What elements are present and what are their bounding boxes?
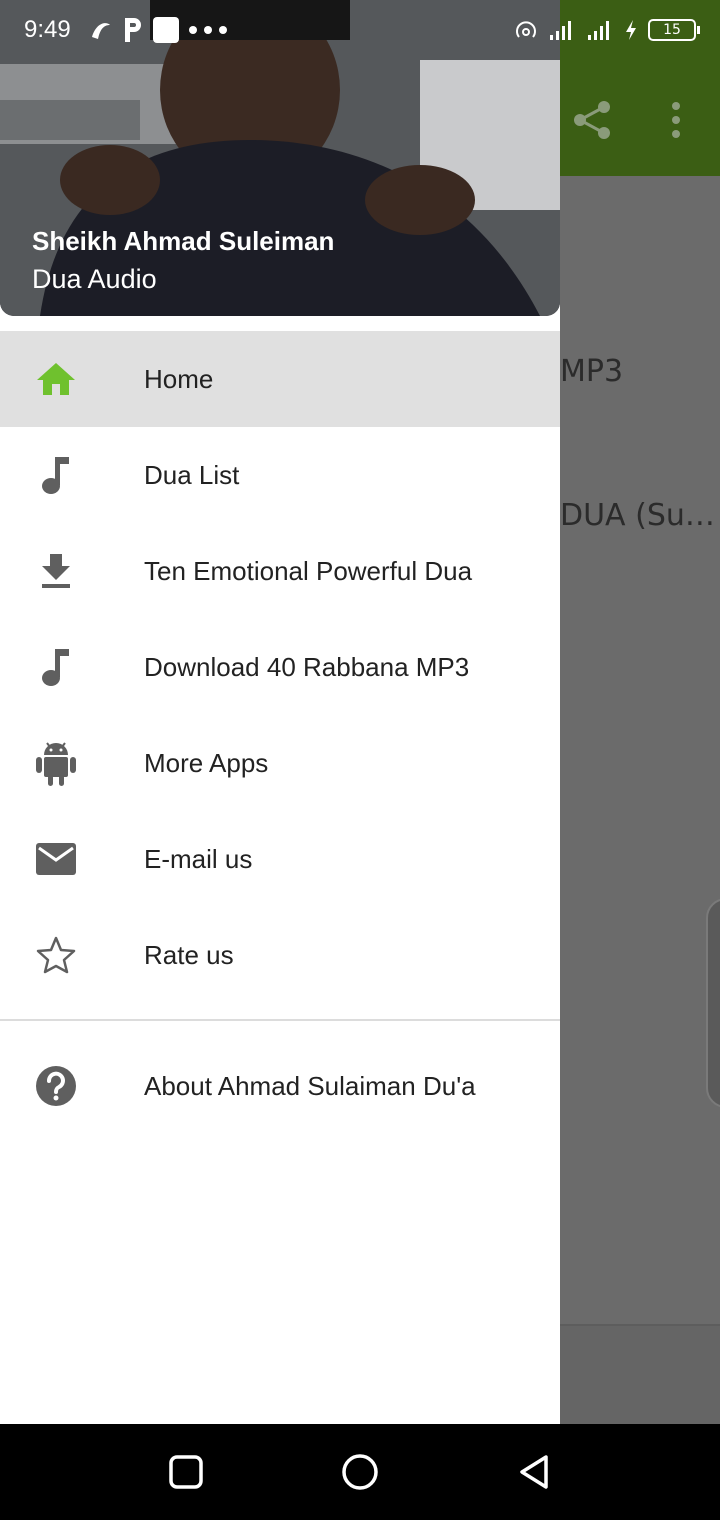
- status-bar: 9:49 15: [0, 0, 720, 64]
- menu-item-ten-emotional-dua[interactable]: Ten Emotional Powerful Dua: [0, 523, 560, 619]
- music-note-icon: [42, 649, 69, 686]
- download-icon: [42, 554, 70, 588]
- hotspot-icon: [516, 21, 536, 38]
- menu-item-dua-list[interactable]: Dua List: [0, 427, 560, 523]
- list-item-peek-2: DUA (Su…: [560, 498, 715, 533]
- menu-item-label: Dua List: [144, 459, 240, 490]
- menu-item-download-rabbana[interactable]: Download 40 Rabbana MP3: [0, 619, 560, 715]
- overflow-menu-icon[interactable]: [664, 100, 688, 140]
- mail-icon: [36, 843, 76, 875]
- header-subtitle: Dua Audio: [32, 264, 157, 294]
- menu-item-email-us[interactable]: E-mail us: [0, 811, 560, 907]
- menu-divider: [0, 1019, 560, 1021]
- music-note-icon: [42, 457, 69, 494]
- share-icon[interactable]: [572, 100, 612, 140]
- charging-icon: [626, 20, 636, 40]
- signal-icon: [550, 21, 571, 40]
- android-icon: [36, 742, 76, 786]
- menu-item-label: Download 40 Rabbana MP3: [144, 651, 470, 682]
- drawer-menu: Home Dua List Ten Emotional Powerful Dua: [0, 331, 560, 1003]
- help-circle-icon: [36, 1066, 76, 1106]
- home-icon: [37, 363, 75, 395]
- menu-item-more-apps[interactable]: More Apps: [0, 715, 560, 811]
- square-notification-icon: [153, 17, 179, 43]
- battery-indicator: 15: [648, 19, 700, 41]
- menu-item-label: More Apps: [144, 747, 269, 778]
- menu-item-label: E-mail us: [144, 843, 253, 874]
- recents-icon[interactable]: [166, 1452, 206, 1492]
- more-notifications-icon: [189, 26, 227, 34]
- clock: 9:49: [24, 16, 71, 43]
- menu-item-label: About Ahmad Sulaiman Du'a: [144, 1070, 476, 1101]
- menu-item-label: Ten Emotional Powerful Dua: [144, 555, 473, 586]
- menu-item-rate-us[interactable]: Rate us: [0, 907, 560, 1003]
- menu-item-about[interactable]: About Ahmad Sulaiman Du'a: [0, 1038, 560, 1134]
- app-notification-icon: [92, 23, 110, 39]
- side-handle: [706, 898, 720, 1108]
- p-notification-icon: [125, 18, 141, 42]
- navigation-drawer: Sheikh Ahmad Suleiman Dua Audio Home Dua…: [0, 0, 560, 1424]
- star-outline-icon: [36, 936, 76, 974]
- menu-item-label: Rate us: [144, 939, 234, 970]
- signal-2-icon: [588, 21, 609, 40]
- menu-item-label: Home: [144, 363, 214, 394]
- system-navigation-bar: [0, 1424, 720, 1520]
- list-item-peek-1: MP3: [560, 354, 624, 389]
- home-nav-icon[interactable]: [340, 1452, 380, 1492]
- header-title: Sheikh Ahmad Suleiman: [32, 226, 335, 256]
- menu-item-home[interactable]: Home: [0, 331, 560, 427]
- back-icon[interactable]: [514, 1452, 554, 1492]
